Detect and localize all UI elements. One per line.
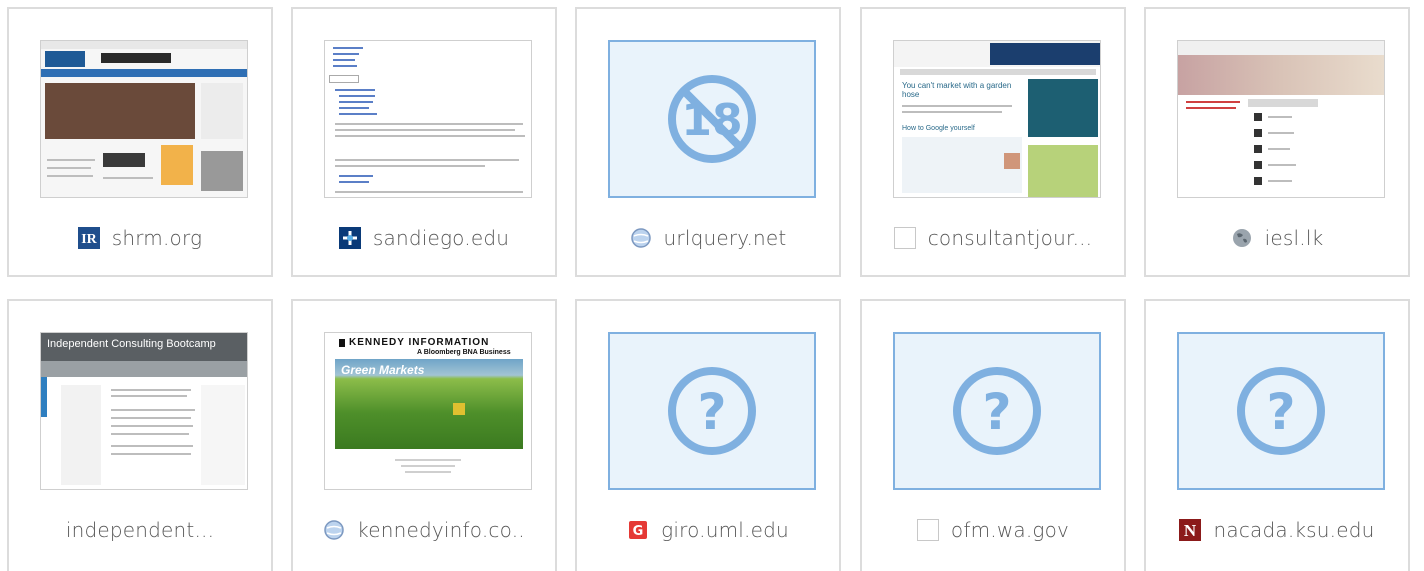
question-mark-icon: ?	[668, 367, 756, 455]
age-restricted-placeholder: 18	[608, 40, 816, 198]
blank-favicon-icon	[916, 519, 939, 541]
age-badge-text: 18	[681, 95, 742, 146]
svg-text:?: ?	[1266, 383, 1295, 441]
site-thumbnail: KENNEDY INFORMATION A Bloomberg BNA Busi…	[324, 332, 532, 490]
nacada-logo-icon: N	[1179, 519, 1202, 541]
globe-icon	[1231, 227, 1253, 249]
blank-favicon-icon	[893, 227, 916, 249]
question-mark-icon: ?	[953, 367, 1041, 455]
top-site-tile-independent[interactable]: Independent Consulting Bootcamp independ…	[7, 299, 273, 571]
top-site-tile-shrm[interactable]: IR shrm.org	[7, 7, 273, 277]
globe-icon	[323, 519, 345, 541]
kennedy-title: KENNEDY INFORMATION	[349, 337, 490, 348]
site-label: kennedyinfo.co..	[357, 518, 525, 542]
top-site-tile-iesl[interactable]: iesl.lk	[1144, 7, 1410, 277]
site-label: giro.uml.edu	[661, 518, 789, 542]
top-site-tile-urlquery[interactable]: 18 urlquery.net	[575, 7, 841, 277]
svg-text:IR: IR	[81, 232, 97, 247]
top-site-tile-giro[interactable]: ? G giro.uml.edu	[575, 299, 841, 571]
consultant-heading: You can't market with a garden hose	[902, 81, 1012, 99]
svg-text:?: ?	[982, 383, 1011, 441]
thumbnail-unavailable-placeholder: ?	[608, 332, 816, 490]
site-label: ofm.wa.gov	[950, 518, 1070, 542]
thumbnail-unavailable-placeholder: ?	[893, 332, 1101, 490]
site-label: nacada.ksu.edu	[1213, 518, 1375, 542]
top-site-tile-nacada[interactable]: ? N nacada.ksu.edu	[1144, 299, 1410, 571]
top-site-tile-consultantjournal[interactable]: You can't market with a garden hose How …	[860, 7, 1126, 277]
top-site-tile-sandiego[interactable]: sandiego.edu	[291, 7, 557, 277]
site-thumbnail: You can't market with a garden hose How …	[893, 40, 1101, 198]
site-label: iesl.lk	[1264, 226, 1324, 250]
age-18-restricted-icon: 18	[668, 75, 756, 163]
svg-text:?: ?	[697, 383, 726, 441]
site-label: sandiego.edu	[372, 226, 510, 250]
giro-logo-icon: G	[627, 519, 649, 541]
independent-title: Independent Consulting Bootcamp	[47, 338, 216, 350]
site-label: urlquery.net	[663, 226, 787, 250]
svg-text:G: G	[633, 524, 644, 539]
site-thumbnail	[1177, 40, 1385, 198]
globe-icon	[630, 227, 652, 249]
site-thumbnail: Independent Consulting Bootcamp	[40, 332, 248, 490]
top-site-tile-ofm[interactable]: ? ofm.wa.gov	[860, 299, 1126, 571]
site-label: independent...	[65, 518, 215, 542]
site-thumbnail	[324, 40, 532, 198]
question-mark-icon: ?	[1237, 367, 1325, 455]
top-site-tile-kennedyinfo[interactable]: KENNEDY INFORMATION A Bloomberg BNA Busi…	[291, 299, 557, 571]
thumbnail-unavailable-placeholder: ?	[1177, 332, 1385, 490]
site-thumbnail	[40, 40, 248, 198]
site-label: consultantjour...	[927, 226, 1093, 250]
kennedy-subtitle: A Bloomberg BNA Business	[417, 349, 511, 356]
svg-text:N: N	[1184, 521, 1197, 540]
sandiego-logo-icon	[338, 227, 361, 249]
consultant-subheading: How to Google yourself	[902, 125, 975, 132]
kennedy-green-markets: Green Markets	[341, 363, 425, 377]
top-sites-grid: IR shrm.org sandiego.edu 18 urlquery.net…	[0, 0, 1424, 571]
shrm-logo-icon: IR	[77, 227, 100, 249]
site-label: shrm.org	[111, 226, 203, 250]
